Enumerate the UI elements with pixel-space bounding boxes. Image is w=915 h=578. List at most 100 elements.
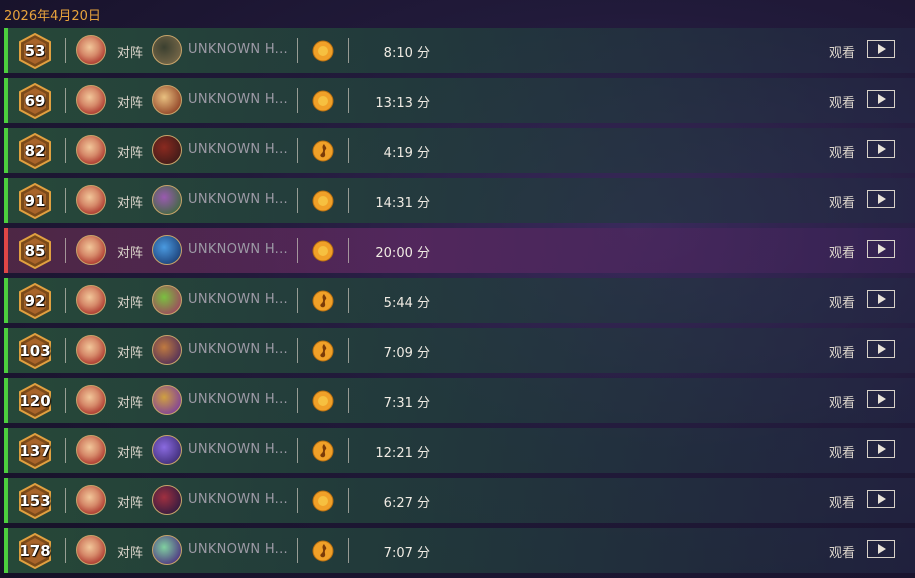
coin-icon [312, 190, 334, 212]
opponent-hero-avatar [152, 435, 182, 465]
divider [348, 38, 349, 63]
watch-label[interactable]: 观看 [829, 92, 855, 111]
opponent-name: UNKNOWN H... [188, 492, 288, 507]
divider [297, 88, 298, 113]
match-row: 178 对阵 UNKNOWN H... 7:07 分 观看 [4, 528, 915, 573]
vs-label: 对阵 [117, 196, 144, 211]
divider [348, 88, 349, 113]
rating-badge: 103 [18, 333, 52, 369]
divider [348, 188, 349, 213]
player-hero-avatar [76, 535, 106, 565]
watch-label[interactable]: 观看 [829, 442, 855, 461]
vs-label: 对阵 [117, 446, 144, 461]
match-list: 53 对阵 UNKNOWN H... 8:10 分观看 69 对阵 UNKNOWN H...… [4, 28, 915, 578]
watch-label[interactable]: 观看 [829, 342, 855, 361]
divider [348, 238, 349, 263]
divider [348, 438, 349, 463]
opponent-name: UNKNOWN H... [188, 292, 288, 307]
rating-value: 178 [19, 542, 51, 560]
player-hero-avatar [76, 85, 106, 115]
divider [65, 338, 66, 363]
vs-label: 对阵 [117, 346, 144, 361]
player-hero-avatar [76, 485, 106, 515]
vs-label: 对阵 [117, 96, 144, 111]
match-row: 153 对阵 UNKNOWN H... 6:27 分 观看 [4, 478, 915, 523]
vs-label: 对阵 [117, 246, 144, 261]
match-duration: 5:44 分 [383, 296, 430, 311]
watch-label[interactable]: 观看 [829, 42, 855, 61]
match-row: 137 对阵 UNKNOWN H... 12:21 分 观看 [4, 428, 915, 473]
divider [65, 538, 66, 563]
watch-label[interactable]: 观看 [829, 142, 855, 161]
rating-badge: 92 [18, 283, 52, 319]
watch-label[interactable]: 观看 [829, 192, 855, 211]
match-duration: 14:31 分 [375, 196, 430, 211]
divider [297, 288, 298, 313]
opponent-hero-avatar [152, 35, 182, 65]
flame-icon [312, 540, 334, 562]
opponent-name: UNKNOWN H... [188, 42, 288, 57]
play-replay-button[interactable] [867, 490, 895, 508]
divider [348, 138, 349, 163]
play-replay-button[interactable] [867, 440, 895, 458]
rating-value: 92 [24, 292, 46, 310]
divider [65, 188, 66, 213]
watch-label[interactable]: 观看 [829, 392, 855, 411]
watch-label[interactable]: 观看 [829, 242, 855, 261]
divider [65, 238, 66, 263]
match-duration: 4:19 分 [383, 146, 430, 161]
divider [348, 288, 349, 313]
rating-value: 91 [24, 192, 46, 210]
play-replay-button[interactable] [867, 190, 895, 208]
play-replay-button[interactable] [867, 390, 895, 408]
divider [297, 138, 298, 163]
match-duration: 7:31 分 [383, 396, 430, 411]
opponent-name: UNKNOWN H... [188, 392, 288, 407]
watch-label[interactable]: 观看 [829, 292, 855, 311]
rating-badge: 82 [18, 133, 52, 169]
play-replay-button[interactable] [867, 290, 895, 308]
opponent-hero-avatar [152, 385, 182, 415]
player-hero-avatar [76, 185, 106, 215]
rating-badge: 120 [18, 383, 52, 419]
match-row: 69 对阵 UNKNOWN H... 13:13 分 观看 [4, 78, 915, 123]
rating-badge: 153 [18, 483, 52, 519]
rating-value: 85 [24, 242, 46, 260]
play-replay-button[interactable] [867, 540, 895, 558]
rating-badge: 69 [18, 83, 52, 119]
rating-badge: 91 [18, 183, 52, 219]
coin-icon [312, 40, 334, 62]
flame-icon [312, 340, 334, 362]
match-duration: 7:07 分 [383, 546, 430, 561]
player-hero-avatar [76, 435, 106, 465]
match-duration: 13:13 分 [375, 96, 430, 111]
divider [297, 538, 298, 563]
watch-label[interactable]: 观看 [829, 492, 855, 511]
divider [297, 38, 298, 63]
opponent-hero-avatar [152, 535, 182, 565]
divider [297, 238, 298, 263]
play-replay-button[interactable] [867, 240, 895, 258]
match-duration: 7:09 分 [383, 346, 430, 361]
match-row: 85 对阵 UNKNOWN H... 20:00 分 观看 [4, 228, 915, 273]
match-duration: 12:21 分 [375, 446, 430, 461]
rating-badge: 178 [18, 533, 52, 569]
coin-icon [312, 240, 334, 262]
match-duration: 6:27 分 [383, 496, 430, 511]
vs-label: 对阵 [117, 496, 144, 511]
play-replay-button[interactable] [867, 340, 895, 358]
play-replay-button[interactable] [867, 140, 895, 158]
divider [348, 338, 349, 363]
rating-value: 137 [19, 442, 51, 460]
opponent-name: UNKNOWN H... [188, 342, 288, 357]
player-hero-avatar [76, 235, 106, 265]
watch-label[interactable]: 观看 [829, 542, 855, 561]
opponent-name: UNKNOWN H... [188, 542, 288, 557]
play-replay-button[interactable] [867, 90, 895, 108]
divider [65, 438, 66, 463]
divider [348, 388, 349, 413]
divider [297, 338, 298, 363]
play-replay-button[interactable] [867, 40, 895, 58]
match-row: 92 对阵 UNKNOWN H... 5:44 分 观看 [4, 278, 915, 323]
vs-label: 对阵 [117, 396, 144, 411]
